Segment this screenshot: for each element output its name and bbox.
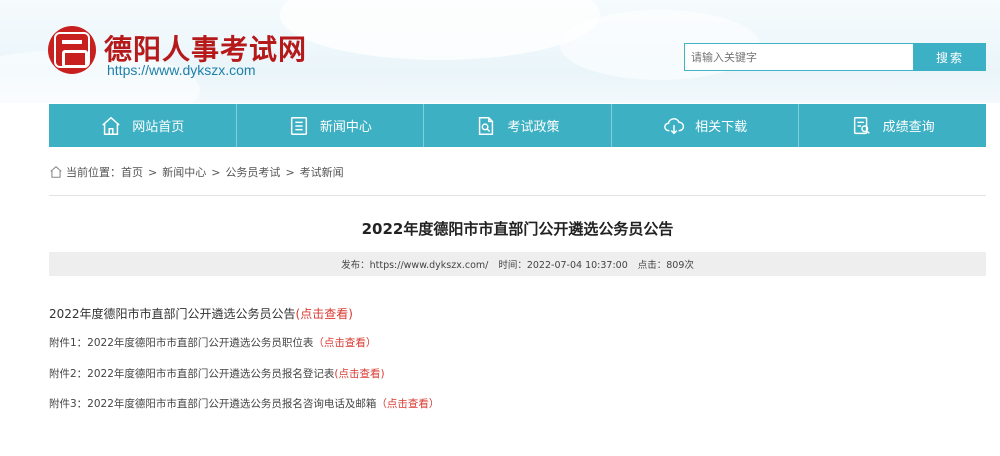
nav-item-label: 新闻中心 — [319, 120, 372, 135]
nav-item-home[interactable]: 网站首页 — [49, 104, 237, 147]
search-input[interactable] — [684, 43, 914, 71]
nav-item-downloads[interactable]: 相关下载 — [612, 104, 800, 147]
meta-time: 时间：2022-07-04 10:37:00 — [498, 260, 628, 271]
seal-logo-icon[interactable] — [48, 26, 96, 74]
site-url: https://www.dykszx.com — [107, 62, 256, 78]
breadcrumb-civil-servant-exam[interactable]: 公务员考试 — [225, 164, 280, 180]
attachment-text: 附件3：2022年度德阳市市直部门公开遴选公务员报名咨询电话及邮箱 — [49, 398, 377, 410]
nav-item-label: 网站首页 — [132, 120, 185, 135]
site-header: 德阳人事考试网 https://www.dykszx.com 搜索 — [0, 0, 1000, 103]
meta-clicks: 点击：809次 — [637, 260, 694, 271]
nav-item-label: 考试政策 — [507, 120, 560, 135]
view-link[interactable]: (点击查看) — [334, 368, 384, 380]
search-button[interactable]: 搜索 — [914, 43, 986, 71]
attachment-item: 附件3：2022年度德阳市市直部门公开遴选公务员报名咨询电话及邮箱（点击查看） — [49, 396, 439, 411]
breadcrumb: 当前位置： 首页 > 新闻中心 > 公务员考试 > 考试新闻 — [49, 164, 344, 180]
main-line-text: 2022年度德阳市市直部门公开遴选公务员公告 — [49, 307, 296, 321]
article-main-line: 2022年度德阳市市直部门公开遴选公务员公告(点击查看) — [49, 305, 353, 322]
breadcrumb-exam-news[interactable]: 考试新闻 — [300, 164, 344, 180]
breadcrumb-prefix: 当前位置： — [66, 166, 121, 179]
attachment-item: 附件1：2022年度德阳市市直部门公开遴选公务员职位表（点击查看） — [49, 335, 376, 350]
view-link[interactable]: （点击查看） — [376, 398, 439, 410]
home-icon — [50, 166, 62, 178]
view-link[interactable]: （点击查看） — [313, 337, 376, 349]
main-nav: 网站首页 新闻中心 考试政策 相关下载 成绩查询 — [49, 104, 986, 147]
nav-item-scores[interactable]: 成绩查询 — [799, 104, 986, 147]
breadcrumb-separator: > — [211, 165, 221, 179]
breadcrumb-news-center[interactable]: 新闻中心 — [162, 164, 206, 180]
divider — [49, 195, 986, 196]
nav-item-news[interactable]: 新闻中心 — [237, 104, 425, 147]
article-title: 2022年度德阳市市直部门公开遴选公务员公告 — [361, 220, 674, 238]
news-icon — [290, 116, 307, 135]
policy-icon — [479, 116, 494, 135]
meta-publisher: 发布：https://www.dykszx.com/ — [341, 260, 489, 271]
cloud-decoration — [280, 0, 600, 60]
cloud-download-icon — [664, 117, 685, 134]
attachment-item: 附件2：2022年度德阳市市直部门公开遴选公务员报名登记表(点击查看) — [49, 366, 385, 381]
breadcrumb-separator: > — [148, 165, 158, 179]
nav-item-policy[interactable]: 考试政策 — [424, 104, 612, 147]
view-link[interactable]: (点击查看) — [296, 307, 353, 321]
score-search-icon — [853, 116, 870, 134]
breadcrumb-home[interactable]: 首页 — [121, 164, 143, 180]
attachment-text: 附件1：2022年度德阳市市直部门公开遴选公务员职位表 — [49, 337, 314, 349]
attachment-text: 附件2：2022年度德阳市市直部门公开遴选公务员报名登记表 — [49, 368, 335, 380]
home-icon — [102, 116, 121, 135]
nav-item-label: 相关下载 — [695, 120, 748, 135]
nav-item-label: 成绩查询 — [882, 120, 935, 135]
article-meta: 发布：https://www.dykszx.com/ 时间：2022-07-04… — [49, 252, 986, 276]
breadcrumb-separator: > — [285, 165, 295, 179]
